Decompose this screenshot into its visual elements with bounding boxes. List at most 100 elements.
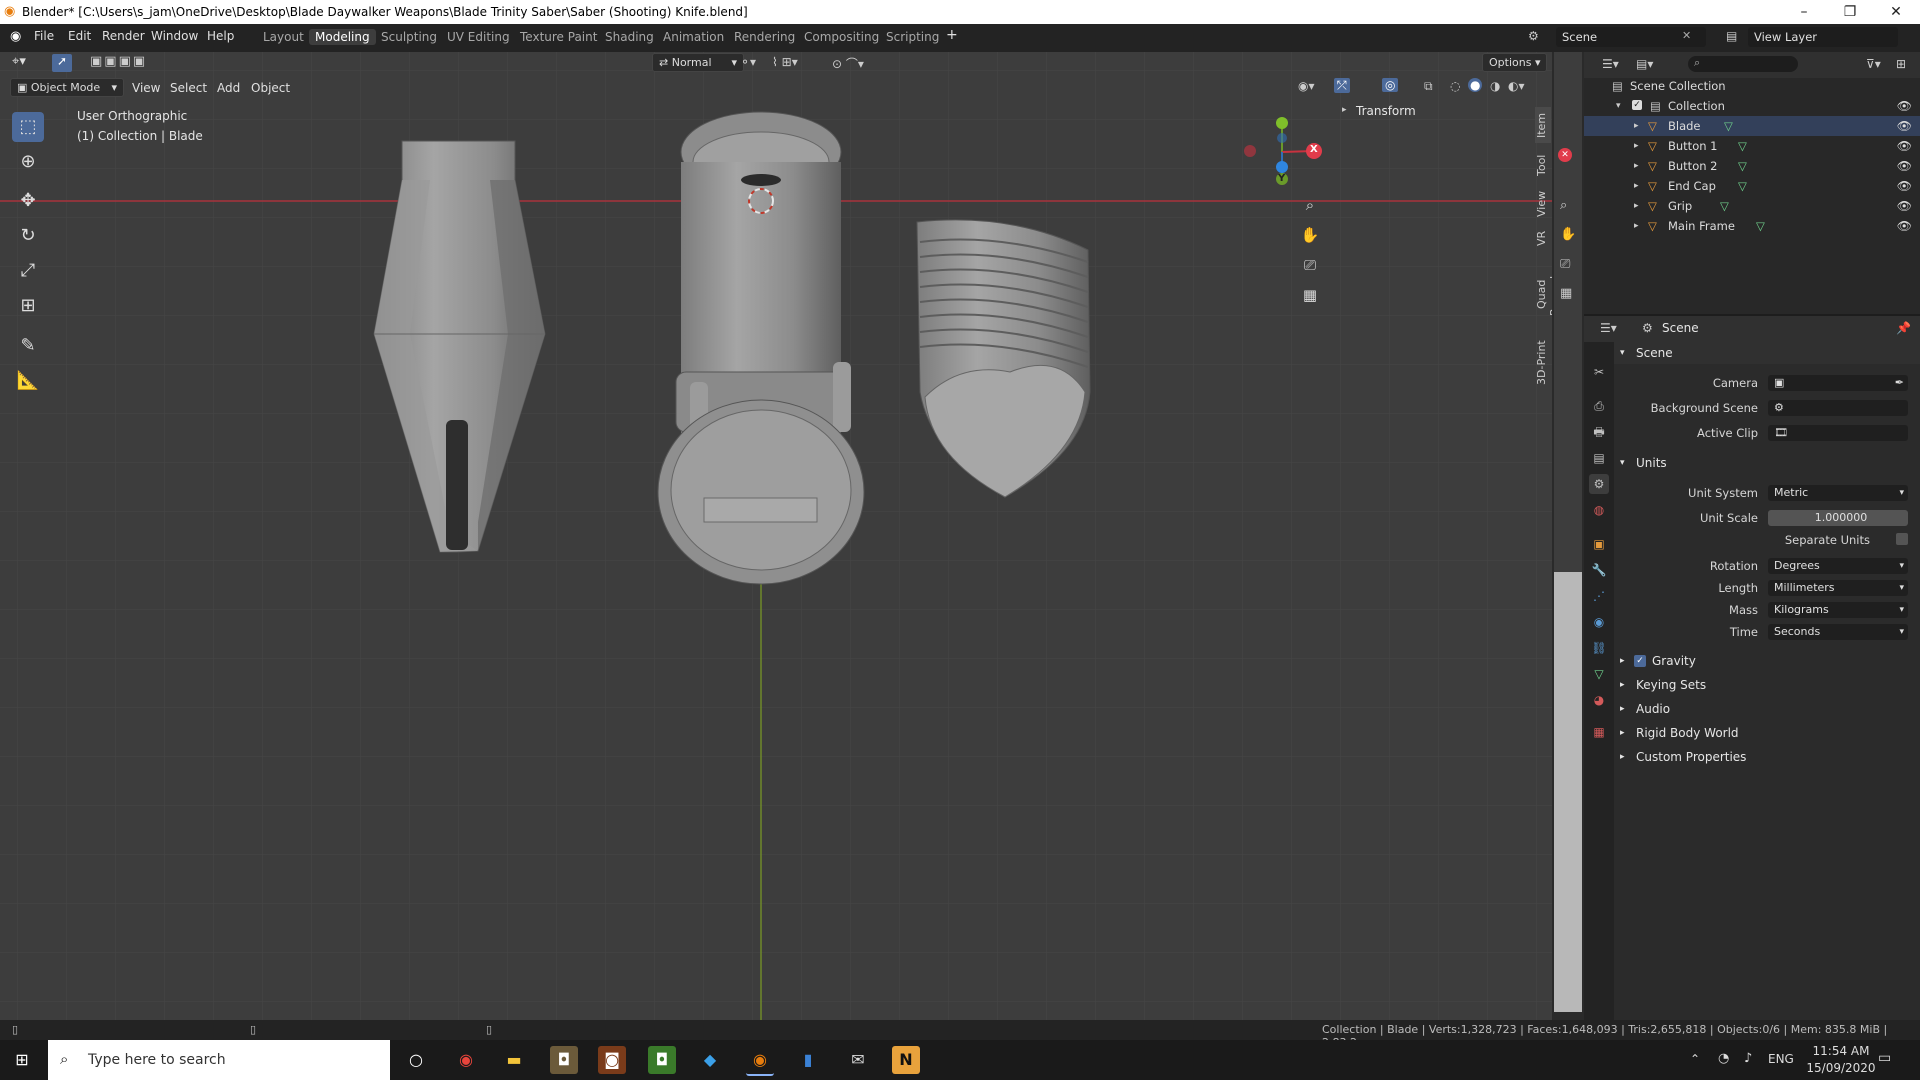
zoom-icon[interactable]: ⌕	[1296, 192, 1324, 218]
mail-icon[interactable]: ✉	[844, 1046, 872, 1074]
filter-icon[interactable]: ⊽▾	[1866, 57, 1881, 71]
eye-icon[interactable]: 👁	[1897, 116, 1912, 136]
menu-file[interactable]: File	[34, 29, 54, 43]
language-indicator[interactable]: ENG	[1768, 1052, 1794, 1066]
3d-viewport[interactable]: X Y ⌖▾ ➚ ▣▣▣▣ ⇄ Normal ▾ ⚬▾ ⌇ ⊞▾ ⊙ ⌒▾ Opt…	[0, 52, 1552, 1020]
length-dropdown[interactable]: Millimeters ▾	[1768, 580, 1908, 596]
eyedropper-icon[interactable]: ✒	[1895, 375, 1904, 391]
ortho-grid-icon[interactable]: ▦	[1296, 282, 1324, 308]
move-tool-icon[interactable]: ✥	[12, 186, 44, 216]
pivot-icon[interactable]: ⚬▾	[740, 55, 756, 69]
blender-taskbar-icon[interactable]: ◉	[746, 1046, 774, 1076]
blender-menu-icon[interactable]: ◉	[10, 29, 21, 44]
outliner-search-input[interactable]: ⌕	[1688, 56, 1798, 72]
side-tab-item[interactable]: Item	[1535, 107, 1551, 143]
options-dropdown[interactable]: Options ▾	[1482, 53, 1548, 72]
gravity-panel-header[interactable]: ▸ ✓ Gravity	[1614, 650, 1920, 672]
editor-type-icon[interactable]: ⌖▾	[12, 54, 26, 69]
unit-system-dropdown[interactable]: Metric ▾	[1768, 485, 1908, 501]
secondary-viewport-strip[interactable]: ✕ ⌕ ✋ ⎚ ▦	[1552, 52, 1584, 1020]
app-icon-1[interactable]: ◘	[550, 1046, 578, 1074]
camera-view-icon[interactable]: ⎚	[1560, 257, 1570, 272]
menu-window[interactable]: Window	[151, 29, 198, 43]
pin-icon[interactable]: 📌	[1896, 321, 1911, 335]
gizmo-y-label[interactable]: Y	[1278, 173, 1285, 184]
outliner-collection[interactable]: ▾ ✓ ▤ Collection 👁	[1584, 96, 1920, 116]
gizmo-x-icon[interactable]: ✕	[1558, 148, 1572, 162]
selection-mode-icons[interactable]: ▣▣▣▣	[90, 54, 147, 69]
particles-tab-icon[interactable]: ⋰	[1589, 586, 1609, 606]
outliner-item-main-frame[interactable]: ▸ ▽ Main Frame ▽ 👁	[1584, 216, 1920, 236]
side-tab-quad-remesh[interactable]: Quad Remesh	[1535, 256, 1552, 332]
material-tab-icon[interactable]: ◕	[1589, 690, 1609, 710]
app-icon-4[interactable]: ◆	[696, 1046, 724, 1074]
time-dropdown[interactable]: Seconds ▾	[1768, 624, 1908, 640]
app-icon-3[interactable]: ◘	[648, 1046, 676, 1074]
scene-tab-icon[interactable]: ⚙	[1589, 474, 1609, 494]
measure-tool-icon[interactable]: 📐	[12, 366, 44, 396]
scene-panel-header[interactable]: ▾ Scene	[1614, 342, 1920, 364]
mode-dropdown[interactable]: ▣ Object Mode ▾	[10, 78, 124, 97]
gizmo-x-label[interactable]: X	[1310, 144, 1318, 155]
camera-field[interactable]: ▣ ✒	[1768, 375, 1908, 391]
tab-sculpting[interactable]: Sculpting	[375, 29, 443, 45]
tab-texture-paint[interactable]: Texture Paint	[514, 29, 603, 45]
proportional-edit-icon[interactable]: ⊙ ⌒▾	[832, 55, 864, 72]
object-menu[interactable]: Object	[251, 81, 290, 95]
eye-icon[interactable]: 👁	[1897, 176, 1912, 196]
expand-arrow-icon[interactable]: ▾	[1616, 96, 1621, 116]
eye-icon[interactable]: 👁	[1897, 196, 1912, 216]
eye-icon[interactable]: 👁	[1897, 156, 1912, 176]
eye-icon[interactable]: 👁	[1897, 136, 1912, 156]
mesh-data-icon[interactable]: ▽	[1738, 156, 1747, 176]
checkbox-icon[interactable]: ✓	[1632, 100, 1642, 110]
side-tab-3d-print[interactable]: 3D-Print	[1535, 338, 1551, 388]
modifier-tab-icon[interactable]: 🔧	[1589, 560, 1609, 580]
output-tab-icon[interactable]: 🖶	[1589, 422, 1609, 442]
menu-render[interactable]: Render	[102, 29, 145, 43]
wireframe-shading-icon[interactable]: ◌	[1450, 79, 1460, 93]
solid-shading-icon[interactable]: ●	[1468, 78, 1483, 92]
side-tab-tool[interactable]: Tool	[1535, 148, 1551, 182]
menu-help[interactable]: Help	[207, 29, 234, 43]
render-tab-icon[interactable]: ⎙	[1589, 396, 1609, 416]
side-tab-view[interactable]: View	[1535, 186, 1551, 222]
zoom-icon[interactable]: ⌕	[1560, 198, 1567, 213]
eye-icon[interactable]: 👁	[1897, 216, 1912, 236]
app-icon-2[interactable]: ◙	[598, 1046, 626, 1074]
transform-orientation-dropdown[interactable]: ⇄ Normal ▾	[652, 53, 744, 72]
mesh-data-icon[interactable]: ▽	[1724, 116, 1733, 136]
audio-panel-header[interactable]: ▸ Audio	[1614, 698, 1920, 720]
expand-arrow-icon[interactable]: ▸	[1634, 176, 1639, 196]
ortho-grid-icon[interactable]: ▦	[1560, 286, 1572, 301]
tab-scripting[interactable]: Scripting	[880, 29, 945, 45]
minimize-button[interactable]: –	[1784, 2, 1824, 22]
transform-panel-header[interactable]: ▸ Transform	[1334, 102, 1530, 122]
snap-icon[interactable]: ⌇ ⊞▾	[772, 55, 798, 69]
expand-arrow-icon[interactable]: ▸	[1634, 136, 1639, 156]
notifications-icon[interactable]: ▭	[1878, 1050, 1891, 1066]
view-menu[interactable]: View	[132, 81, 160, 95]
overlay-toggle-icon[interactable]: ◎	[1382, 78, 1399, 92]
outliner-item-blade[interactable]: ▸ ▽ Blade ▽ 👁	[1584, 116, 1920, 136]
mesh-data-icon[interactable]: ▽	[1720, 196, 1729, 216]
mass-dropdown[interactable]: Kilograms ▾	[1768, 602, 1908, 618]
clock-date[interactable]: 15/09/2020	[1806, 1061, 1876, 1075]
pan-hand-icon[interactable]: ✋	[1296, 222, 1324, 248]
select-menu[interactable]: Select	[170, 81, 207, 95]
add-menu[interactable]: Add	[217, 81, 240, 95]
background-scene-field[interactable]: ⚙	[1768, 400, 1908, 416]
restore-button[interactable]: ❐	[1830, 2, 1870, 22]
object-tab-icon[interactable]: ▣	[1589, 534, 1609, 554]
tab-animation[interactable]: Animation	[657, 29, 730, 45]
pan-hand-icon[interactable]: ✋	[1560, 227, 1576, 242]
outliner-editor-icon[interactable]: ☰▾	[1602, 57, 1619, 71]
mesh-data-icon[interactable]: ▽	[1738, 176, 1747, 196]
chrome-icon[interactable]: ◉	[452, 1046, 480, 1074]
app-icon-n[interactable]: N	[892, 1046, 920, 1074]
view-layer-tab-icon[interactable]: ▤	[1589, 448, 1609, 468]
rendered-shading-icon[interactable]: ◐▾	[1508, 79, 1525, 93]
rotate-tool-icon[interactable]: ↻	[12, 221, 44, 251]
mesh-data-icon[interactable]: ▽	[1738, 136, 1747, 156]
expand-arrow-icon[interactable]: ▸	[1634, 116, 1639, 136]
